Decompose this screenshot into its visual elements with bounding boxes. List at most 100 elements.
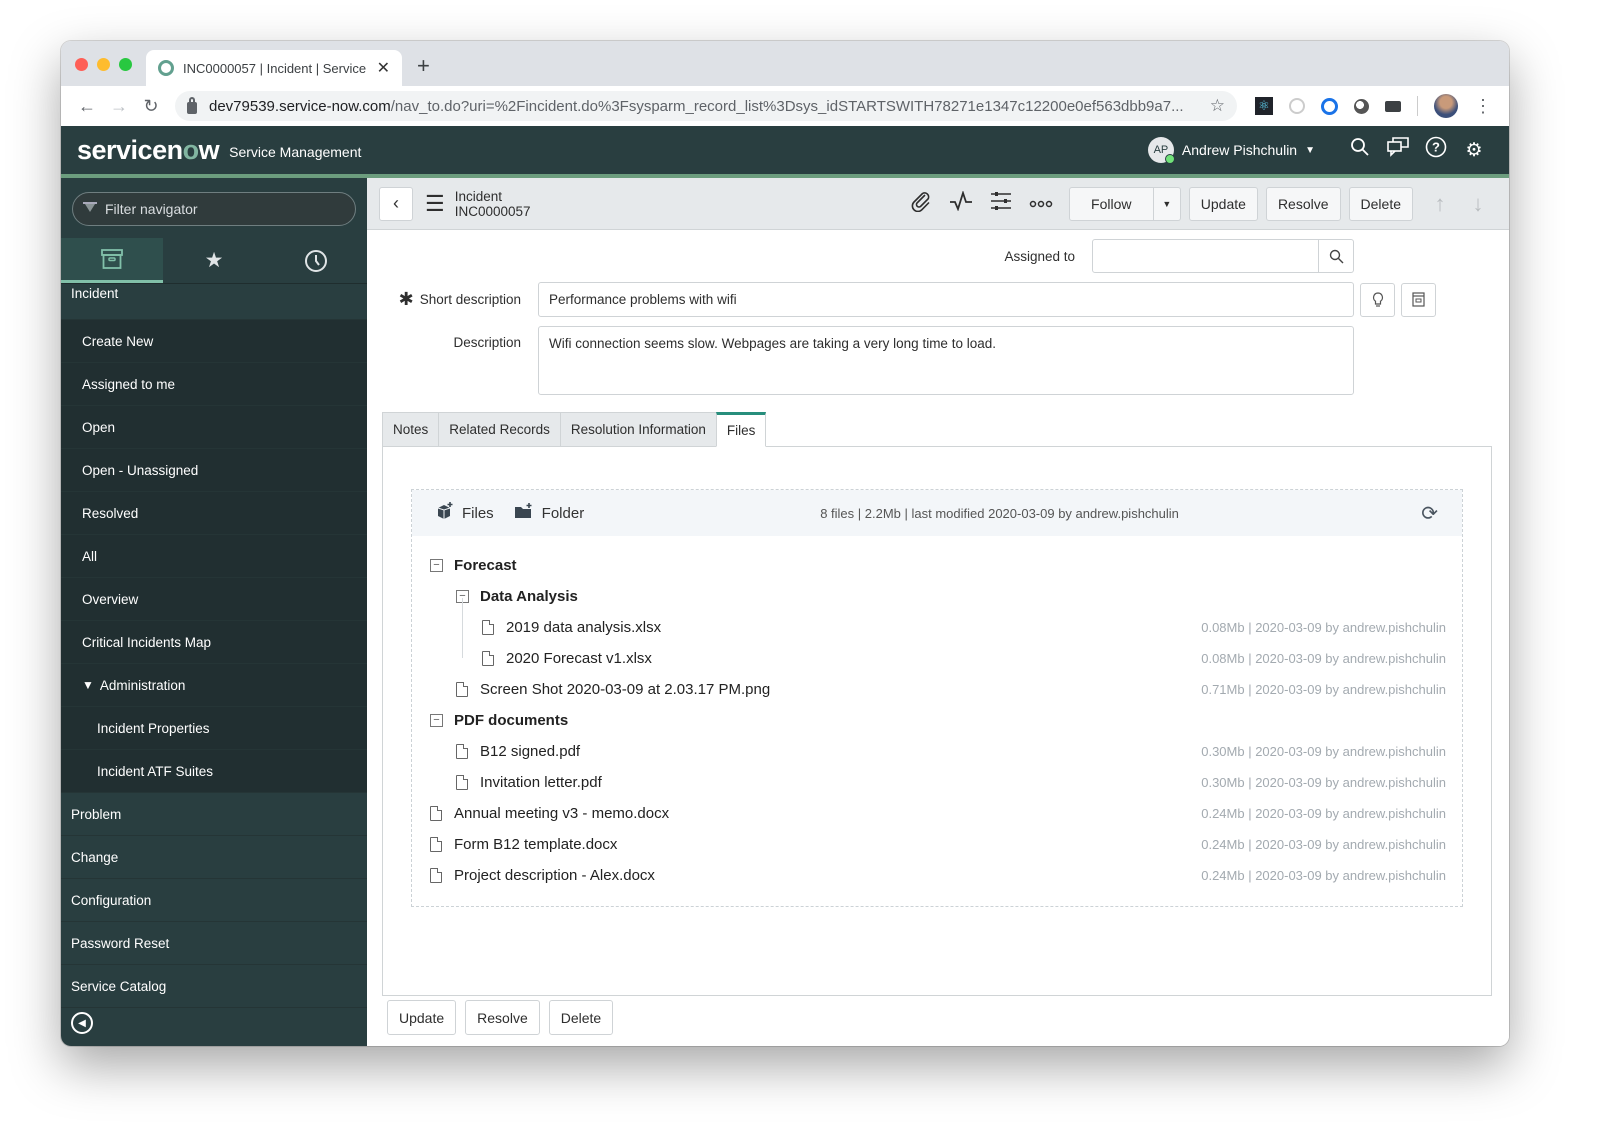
profile-avatar[interactable]: [1434, 94, 1458, 118]
nav-item-change[interactable]: Change: [61, 836, 367, 879]
follow-button[interactable]: Follow: [1068, 186, 1154, 221]
back-button[interactable]: ‹: [379, 186, 413, 221]
browser-tab[interactable]: INC0000057 | Incident | Service ✕: [146, 50, 402, 86]
nav-item-label: Administration: [99, 677, 186, 693]
nav-item-service-catalog[interactable]: Service Catalog: [61, 965, 367, 1008]
nav-item-incident[interactable]: Incident: [61, 286, 367, 320]
description-textarea[interactable]: Wifi connection seems slow. Webpages are…: [538, 326, 1354, 395]
delete-button[interactable]: Delete: [1348, 186, 1413, 221]
tab-notes[interactable]: Notes: [382, 412, 439, 447]
back-arrow-icon[interactable]: ←: [71, 96, 103, 117]
folder-row[interactable]: − PDF documents: [430, 705, 1446, 736]
collapse-folder-icon[interactable]: −: [430, 559, 443, 572]
new-tab-button[interactable]: +: [417, 53, 430, 79]
nav-item-open-unassigned[interactable]: Open - Unassigned: [61, 449, 367, 492]
browser-tab-title: INC0000057 | Incident | Service: [183, 60, 367, 76]
nav-item-create-new[interactable]: Create New: [61, 320, 367, 363]
collapse-navigator-icon[interactable]: ◀: [71, 1012, 93, 1034]
activity-icon[interactable]: [941, 189, 981, 217]
caret-down-icon[interactable]: ▼: [1305, 145, 1315, 156]
react-devtools-extension-icon[interactable]: ⚛: [1255, 97, 1273, 115]
file-row[interactable]: B12 signed.pdf 0.30Mb | 2020-03-09 by and…: [430, 736, 1446, 767]
personalize-form-icon[interactable]: [981, 191, 1021, 217]
tab-files[interactable]: Files: [715, 412, 767, 447]
tab-all-apps[interactable]: [61, 238, 163, 283]
nav-item-password-reset[interactable]: Password Reset: [61, 922, 367, 965]
nav-item-configuration[interactable]: Configuration: [61, 879, 367, 922]
nav-item-resolved[interactable]: Resolved: [61, 492, 367, 535]
description-field: Description Wifi connection seems slow. …: [397, 326, 1354, 395]
collapse-folder-icon[interactable]: −: [430, 714, 443, 727]
user-avatar[interactable]: AP: [1147, 137, 1175, 164]
paperclip-icon[interactable]: [901, 190, 941, 218]
next-record-arrow-icon[interactable]: ↓: [1459, 191, 1497, 217]
folder-row[interactable]: − Forecast: [430, 550, 1446, 581]
file-row[interactable]: 2019 data analysis.xlsx 0.08Mb | 2020-03-…: [430, 612, 1446, 643]
password-manager-extension-icon[interactable]: [1321, 97, 1338, 115]
file-row[interactable]: Invitation letter.pdf 0.30Mb | 2020-03-09…: [430, 767, 1446, 798]
minimize-window-button[interactable]: [97, 58, 110, 71]
nav-item-critical-incidents-map[interactable]: Critical Incidents Map: [61, 621, 367, 664]
file-row[interactable]: Project description - Alex.docx 0.24Mb | …: [430, 860, 1446, 891]
more-options-icon[interactable]: [1021, 193, 1061, 215]
servicenow-logo[interactable]: servicenow: [77, 135, 220, 166]
kebab-menu-icon[interactable]: ⋮: [1474, 96, 1492, 117]
nav-item-assigned-to-me[interactable]: Assigned to me: [61, 363, 367, 406]
tab-history[interactable]: [265, 238, 367, 283]
filter-navigator-input[interactable]: Filter navigator: [72, 192, 356, 226]
file-tree: − Forecast − Data Analysis 2019 data analysi…: [430, 550, 1446, 891]
chat-icon[interactable]: [1379, 137, 1417, 163]
archive-box-icon: [101, 249, 123, 269]
expand-triangle-icon[interactable]: ▼: [82, 678, 94, 692]
add-folder-button[interactable]: Folder: [514, 502, 584, 524]
gear-icon[interactable]: ⚙: [1455, 139, 1493, 162]
address-bar[interactable]: dev79539.service-now.com/nav_to.do?uri=%…: [175, 91, 1237, 121]
search-icon[interactable]: [1341, 137, 1379, 163]
help-icon[interactable]: ?: [1417, 136, 1455, 164]
resolve-button[interactable]: Resolve: [1265, 186, 1341, 221]
resolve-button-bottom[interactable]: Resolve: [465, 1000, 540, 1035]
forward-arrow-icon[interactable]: →: [103, 96, 135, 117]
folder-row[interactable]: − Data Analysis: [430, 581, 1446, 612]
extension-icon[interactable]: [1354, 98, 1369, 114]
close-window-button[interactable]: [75, 58, 88, 71]
refresh-icon[interactable]: ⟳: [1421, 501, 1438, 526]
nav-item-label: Open: [82, 419, 116, 435]
video-camera-extension-icon[interactable]: [1385, 100, 1401, 112]
suggestion-button[interactable]: [1360, 282, 1395, 317]
bookmark-star-icon[interactable]: ☆: [1210, 96, 1225, 116]
reload-icon[interactable]: ↻: [135, 96, 167, 117]
delete-button-bottom[interactable]: Delete: [548, 1000, 614, 1035]
maximize-window-button[interactable]: [119, 58, 132, 71]
file-meta: 0.24Mb | 2020-03-09 by andrew.pishchulin: [1201, 837, 1446, 852]
context-menu-icon[interactable]: ☰: [425, 191, 445, 217]
close-tab-icon[interactable]: ✕: [377, 58, 390, 78]
user-menu[interactable]: Andrew Pishchulin: [1182, 142, 1297, 158]
update-button[interactable]: Update: [1188, 186, 1258, 221]
add-files-button[interactable]: Files: [436, 501, 494, 525]
tab-related-records[interactable]: Related Records: [438, 412, 560, 447]
short-description-input[interactable]: Performance problems with wifi: [538, 282, 1354, 317]
follow-dropdown-button[interactable]: ▼: [1153, 186, 1181, 221]
tab-resolution-information[interactable]: Resolution Information: [559, 412, 716, 447]
nav-item-incident-properties[interactable]: Incident Properties: [61, 707, 367, 750]
file-row[interactable]: 2020 Forecast v1.xlsx 0.08Mb | 2020-03-09…: [430, 643, 1446, 674]
file-meta: 0.30Mb | 2020-03-09 by andrew.pishchulin: [1201, 775, 1446, 790]
nav-item-incident-atf-suites[interactable]: Incident ATF Suites: [61, 750, 367, 793]
assigned-to-input[interactable]: [1092, 239, 1319, 273]
assigned-to-lookup-button[interactable]: [1319, 239, 1354, 273]
nav-item-open[interactable]: Open: [61, 406, 367, 449]
file-row[interactable]: Screen Shot 2020-03-09 at 2.03.17 PM.png…: [430, 674, 1446, 705]
tab-favorites[interactable]: ★: [163, 238, 265, 283]
previous-record-arrow-icon[interactable]: ↑: [1421, 191, 1459, 217]
assigned-to-label: Assigned to: [1004, 248, 1075, 264]
nav-item-administration[interactable]: ▼ Administration: [61, 664, 367, 707]
nav-item-all[interactable]: All: [61, 535, 367, 578]
file-row[interactable]: Annual meeting v3 - memo.docx 0.24Mb | 20…: [430, 798, 1446, 829]
search-knowledge-button[interactable]: [1401, 282, 1436, 317]
update-button-bottom[interactable]: Update: [387, 1000, 457, 1035]
nav-item-problem[interactable]: Problem: [61, 793, 367, 836]
nav-item-overview[interactable]: Overview: [61, 578, 367, 621]
file-row[interactable]: Form B12 template.docx 0.24Mb | 2020-03-0…: [430, 829, 1446, 860]
extension-icon[interactable]: [1289, 98, 1305, 114]
